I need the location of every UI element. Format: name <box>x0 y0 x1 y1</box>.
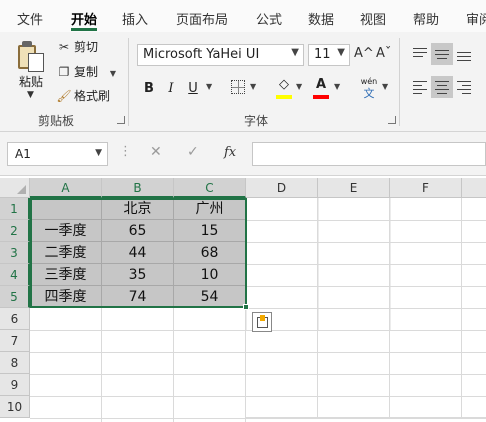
align-middle-icon[interactable] <box>431 43 453 65</box>
fill-color-chevron-down-icon[interactable]: ▼ <box>296 82 302 91</box>
cancel-formula-button[interactable]: ✕ <box>150 144 162 160</box>
empty-gridlines <box>30 198 486 422</box>
phonetic-guide-button[interactable]: wén 文 <box>359 77 379 100</box>
row-header-7[interactable]: 7 <box>0 330 30 352</box>
formula-input[interactable] <box>252 142 486 166</box>
row-header-4[interactable]: 4 <box>0 264 30 286</box>
group-divider <box>128 38 129 126</box>
paste-icon[interactable] <box>16 41 46 73</box>
font-group-label: 字体 <box>244 114 269 128</box>
chevron-down-icon: ▼ <box>291 47 299 58</box>
font-color-chevron-down-icon[interactable]: ▼ <box>334 82 340 91</box>
formula-bar-grip-icon[interactable]: ⋮ <box>119 144 132 159</box>
column-header-b[interactable]: B <box>102 178 174 198</box>
align-top-icon[interactable] <box>409 43 431 65</box>
clipboard-clip-shape <box>22 41 32 47</box>
quick-analysis-icon[interactable] <box>252 312 272 332</box>
underline-chevron-down-icon[interactable]: ▼ <box>206 82 212 91</box>
phonetic-chevron-down-icon[interactable]: ▼ <box>382 82 388 91</box>
clipboard-page-shape <box>28 53 44 72</box>
tab-home[interactable]: 开始 <box>71 9 97 28</box>
select-all-button[interactable] <box>0 178 30 198</box>
column-header-c[interactable]: C <box>174 178 246 198</box>
font-color-swatch <box>313 95 329 99</box>
align-right-icon[interactable] <box>453 76 475 98</box>
chevron-down-icon: ▼ <box>337 47 345 58</box>
column-header-g-partial[interactable] <box>462 178 486 198</box>
worksheet-grid[interactable]: A B C D E F 1 2 3 4 5 6 7 8 9 10 北京 广州 一… <box>0 178 486 422</box>
tab-formulas[interactable]: 公式 <box>256 9 282 28</box>
phonetic-character-label: 文 <box>363 87 375 100</box>
tab-page-layout[interactable]: 页面布局 <box>176 9 228 28</box>
scissors-icon: ✂ <box>58 40 70 54</box>
paste-button[interactable]: 粘贴 <box>19 73 43 90</box>
row-header-6[interactable]: 6 <box>0 308 30 330</box>
row-header-3[interactable]: 3 <box>0 242 30 264</box>
font-dialog-launcher-icon[interactable] <box>388 116 396 124</box>
copy-icon: ❐ <box>58 65 70 79</box>
paste-chevron-down-icon[interactable]: ▼ <box>27 90 34 100</box>
enter-formula-button[interactable]: ✓ <box>187 144 199 160</box>
tab-help[interactable]: 帮助 <box>413 9 439 28</box>
tab-view[interactable]: 视图 <box>360 9 386 28</box>
row-header-9[interactable]: 9 <box>0 374 30 396</box>
column-header-a[interactable]: A <box>30 178 102 198</box>
row-header-10[interactable]: 10 <box>0 396 30 418</box>
font-size-value: 11 <box>314 47 331 62</box>
tab-insert[interactable]: 插入 <box>122 9 148 28</box>
fill-color-swatch <box>276 95 292 99</box>
active-tab-indicator <box>71 28 97 31</box>
name-box[interactable]: A1 ▼ <box>7 142 108 166</box>
tab-review[interactable]: 审阅 <box>466 9 486 28</box>
tab-file[interactable]: 文件 <box>17 9 43 28</box>
cut-button[interactable]: ✂ 剪切 <box>56 38 98 58</box>
font-size-select[interactable]: 11 ▼ <box>308 44 350 66</box>
column-header-e[interactable]: E <box>318 178 390 198</box>
italic-button[interactable]: I <box>160 78 182 100</box>
borders-icon[interactable] <box>231 80 245 94</box>
ribbon-home: 粘贴 ▼ ✂ 剪切 ❐ 复制 ▼ 🖌 格式刷 剪贴板 Microsoft YaHei … <box>0 32 486 132</box>
format-painter-button[interactable]: 🖌 格式刷 <box>56 87 110 107</box>
align-left-icon[interactable] <box>409 76 431 98</box>
underline-button[interactable]: U <box>182 78 204 100</box>
quick-analysis-bolt-shape <box>260 315 265 321</box>
row-header-1[interactable]: 1 <box>0 198 30 220</box>
increase-font-size-button[interactable]: A^ <box>354 46 374 61</box>
clipboard-group-label: 剪贴板 <box>38 114 75 128</box>
copy-chevron-down-icon[interactable]: ▼ <box>110 69 116 78</box>
fill-handle[interactable] <box>243 304 249 310</box>
ribbon-tab-bar: 文件 开始 插入 页面布局 公式 数据 视图 帮助 审阅 <box>0 0 486 32</box>
select-all-triangle-icon <box>17 185 26 194</box>
align-bottom-icon[interactable] <box>453 43 475 65</box>
row-header-5[interactable]: 5 <box>0 286 30 308</box>
group-divider <box>399 38 400 126</box>
format-painter-label: 格式刷 <box>74 89 111 103</box>
row-header-8[interactable]: 8 <box>0 352 30 374</box>
tab-data[interactable]: 数据 <box>308 9 334 28</box>
font-color-icon[interactable]: A <box>310 74 332 96</box>
chevron-down-icon[interactable]: ▼ <box>95 148 102 158</box>
formula-bar: A1 ▼ ⋮ ✕ ✓ fx <box>0 132 486 176</box>
row-header-2[interactable]: 2 <box>0 220 30 242</box>
column-header-f[interactable]: F <box>390 178 462 198</box>
font-name-value: Microsoft YaHei UI <box>143 47 260 62</box>
align-center-icon[interactable] <box>431 76 453 98</box>
paintbrush-icon: 🖌 <box>56 89 72 103</box>
font-name-select[interactable]: Microsoft YaHei UI ▼ <box>137 44 304 66</box>
cut-label: 剪切 <box>74 40 99 54</box>
fill-color-bucket-icon[interactable]: ◇ <box>273 74 295 96</box>
column-header-d[interactable]: D <box>246 178 318 198</box>
borders-chevron-down-icon[interactable]: ▼ <box>250 82 256 91</box>
decrease-font-size-button[interactable]: Aˇ <box>376 46 391 61</box>
name-box-value: A1 <box>15 147 31 161</box>
copy-label: 复制 <box>74 65 99 79</box>
clipboard-dialog-launcher-icon[interactable] <box>117 116 125 124</box>
phonetic-pinyin-label: wén <box>360 77 378 86</box>
copy-button[interactable]: ❐ 复制 ▼ <box>56 63 116 83</box>
bold-button[interactable]: B <box>138 78 160 100</box>
insert-function-button[interactable]: fx <box>224 145 236 160</box>
